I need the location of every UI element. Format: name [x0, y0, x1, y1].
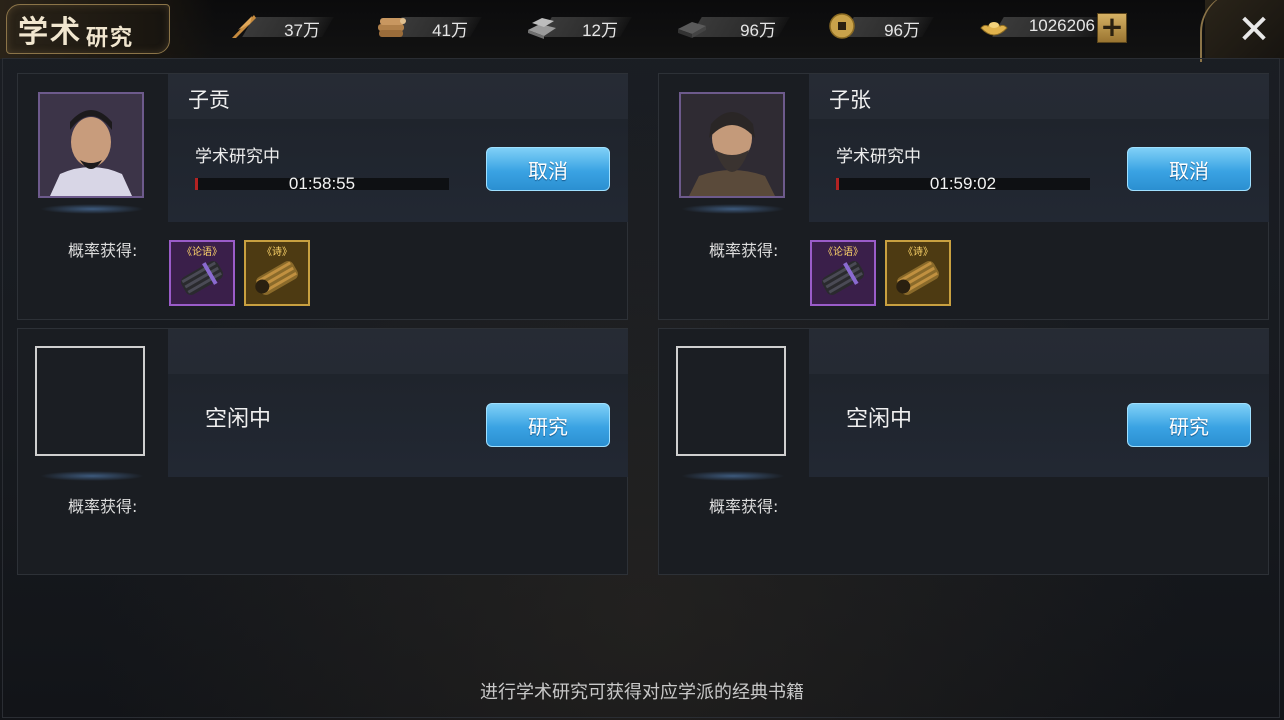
resource-value: 1026206 [1028, 16, 1095, 35]
resource-value: 37万 [284, 21, 320, 40]
resource-stone: 12万 [526, 14, 632, 40]
idle-status: 空闲中 [205, 407, 272, 432]
quill-icon [232, 15, 256, 38]
title-small: 研究 [86, 25, 135, 51]
research-slot-2: 子张 学术研究中 01:59:02 取消 概率获得: 《论语》 《诗》 [658, 73, 1269, 320]
cancel-button[interactable]: 取消 [486, 147, 610, 191]
resource-value: 12万 [582, 21, 618, 40]
stone-icon [528, 18, 556, 39]
scholar-name: 子张 [829, 88, 871, 112]
reward-label: 概率获得: [68, 497, 138, 516]
close-button[interactable]: ✕ [1232, 8, 1276, 52]
reward-item[interactable]: 《论语》 [810, 240, 876, 306]
empty-portrait-slot[interactable] [676, 346, 786, 456]
gold-ingot-icon [980, 22, 1008, 36]
top-bar: 学术 研究 37万 41万 12万 96万 96万 1026206 + ✕ [0, 0, 1284, 62]
scholar-portrait-icon [40, 94, 142, 196]
research-button[interactable]: 研究 [1127, 403, 1251, 447]
item-tag: 《诗》 [903, 247, 933, 258]
resource-quill: 37万 [228, 14, 334, 40]
research-slot-4: 空闲中 研究 概率获得: [658, 328, 1269, 575]
item-tag: 《论语》 [823, 247, 863, 258]
reward-label: 概率获得: [709, 497, 779, 516]
resource-iron: 96万 [676, 14, 790, 40]
resource-value: 96万 [884, 21, 920, 40]
item-tag: 《论语》 [182, 247, 222, 258]
reward-label: 概率获得: [68, 241, 138, 260]
scholar-name: 子贡 [188, 88, 230, 112]
coin-icon [829, 13, 855, 39]
title-big: 学术 [18, 15, 82, 50]
wood-icon [378, 18, 406, 37]
research-button[interactable]: 研究 [486, 403, 610, 447]
add-gold-button[interactable]: + [1097, 13, 1127, 43]
iron-icon [678, 22, 706, 38]
window-title: 学术 研究 [18, 6, 134, 52]
resource-gold: 1026206 [978, 14, 1109, 40]
reward-item[interactable]: 《论语》 [169, 240, 235, 306]
reward-item[interactable]: 《诗》 [244, 240, 310, 306]
resource-value: 96万 [740, 21, 776, 40]
research-timer: 01:58:55 [288, 174, 356, 193]
cancel-button[interactable]: 取消 [1127, 147, 1251, 191]
footer-tip: 进行学术研究可获得对应学派的经典书籍 [480, 682, 804, 703]
research-status: 学术研究中 [195, 147, 280, 167]
research-status: 学术研究中 [836, 147, 921, 167]
scholar-portrait-icon [681, 94, 783, 196]
empty-portrait-slot[interactable] [35, 346, 145, 456]
avatar[interactable] [679, 92, 785, 198]
reward-item[interactable]: 《诗》 [885, 240, 951, 306]
research-slot-3: 空闲中 研究 概率获得: [17, 328, 628, 575]
idle-status: 空闲中 [846, 407, 913, 432]
resource-coin: 96万 [828, 13, 934, 40]
research-slot-1: 子贡 学术研究中 01:58:55 取消 概率获得: 《论语》 《诗》 [17, 73, 628, 320]
item-tag: 《诗》 [262, 247, 292, 258]
resource-wood: 41万 [376, 14, 482, 40]
avatar[interactable] [38, 92, 144, 198]
resource-value: 41万 [432, 21, 468, 40]
reward-label: 概率获得: [709, 241, 779, 260]
research-timer: 01:59:02 [929, 174, 997, 193]
